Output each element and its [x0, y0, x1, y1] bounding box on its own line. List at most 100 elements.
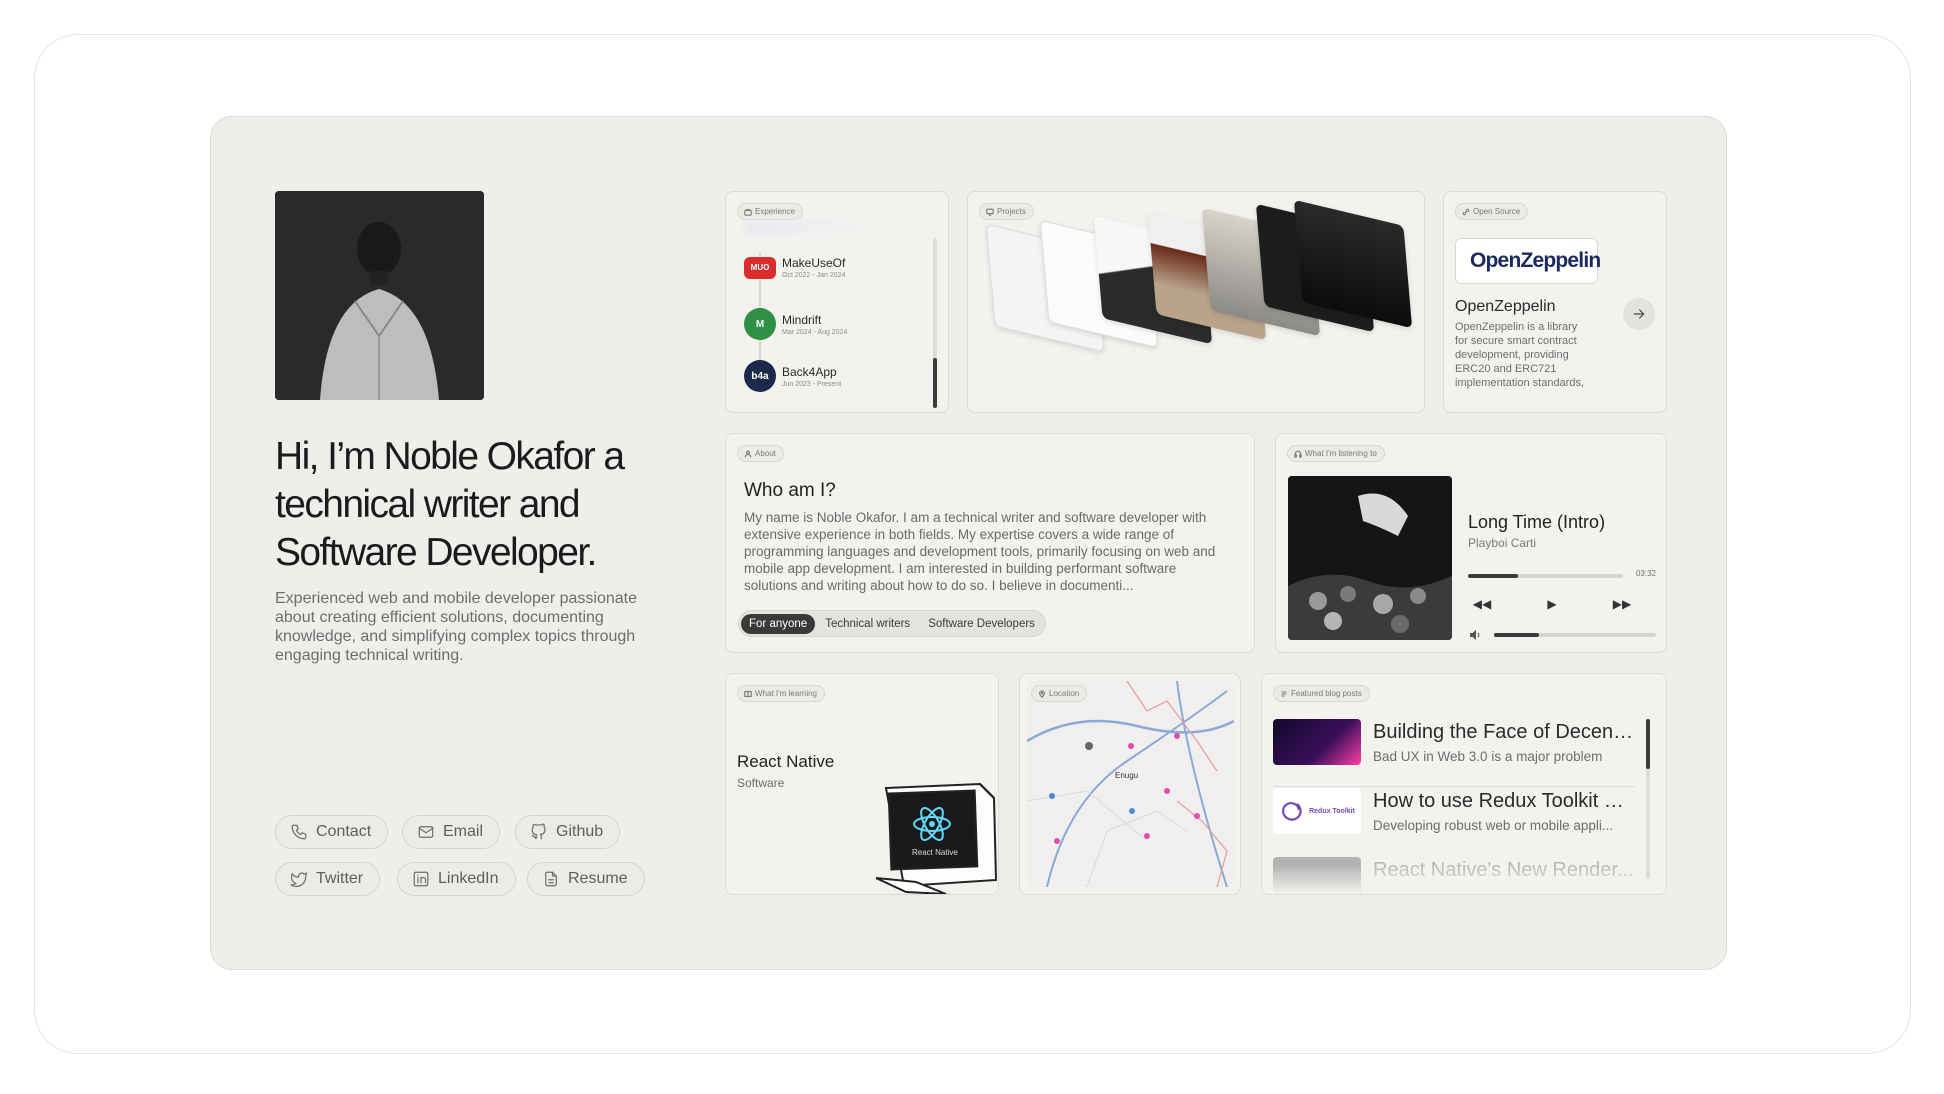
location-chip: Location — [1031, 685, 1088, 702]
back4app-logo: b4a — [744, 360, 776, 392]
linkedin-button[interactable]: LinkedIn — [397, 862, 516, 896]
about-card: About Who am I? My name is Noble Okafor.… — [725, 433, 1255, 653]
linkedin-icon — [413, 871, 429, 887]
experience-dates: Jun 2023 - Present — [782, 380, 842, 388]
blog-scrollbar[interactable] — [1646, 719, 1650, 879]
track-progress-fill — [1468, 574, 1518, 578]
volume-slider[interactable] — [1494, 633, 1656, 637]
learning-subtitle: Software — [737, 776, 785, 790]
monitor-icon — [986, 208, 994, 216]
rewind-icon: ◀◀ — [1472, 597, 1492, 611]
blog-post-subtitle: Developing robust web or mobile appli... — [1373, 818, 1614, 833]
open-source-card[interactable]: Open Source OpenZeppelin OpenZeppelin Op… — [1443, 191, 1667, 413]
blog-post[interactable]: Redux Toolkit How to use Redux Toolkit w… — [1273, 788, 1635, 850]
redux-logo-icon — [1282, 802, 1302, 821]
open-source-chip: Open Source — [1455, 203, 1529, 220]
projects-chip-label: Projects — [997, 207, 1026, 216]
location-map[interactable]: Enugu — [1027, 681, 1234, 887]
scrollbar-thumb[interactable] — [1646, 719, 1650, 769]
blog-post[interactable]: Building the Face of Decent... Bad UX in… — [1273, 719, 1635, 781]
location-card[interactable]: Enugu Location — [1019, 673, 1241, 895]
audience-tabs: For anyone Technical writers Software De… — [738, 610, 1046, 637]
scrollbar-thumb[interactable] — [933, 358, 937, 408]
fast-forward-icon: ▶▶ — [1612, 597, 1632, 611]
makeuseof-logo: MUO — [744, 256, 776, 279]
experience-company: MakeUseOf — [782, 256, 846, 270]
email-label: Email — [443, 823, 484, 840]
blog-card: Featured blog posts Building the Face of… — [1261, 673, 1667, 895]
about-title: Who am I? — [744, 480, 836, 501]
tab-software-developers[interactable]: Software Developers — [920, 614, 1043, 634]
phone-icon — [291, 824, 307, 840]
link-icon — [1462, 208, 1470, 215]
divider — [1273, 786, 1635, 787]
about-chip: About — [737, 445, 784, 462]
album-cover — [1288, 476, 1452, 640]
experience-scrollbar[interactable] — [933, 238, 937, 408]
avatar — [275, 191, 484, 400]
experience-dates: Mar 2024 - Aug 2024 — [782, 328, 848, 336]
openzeppelin-logo-text: OpenZeppelin — [1470, 249, 1601, 272]
experience-item[interactable]: b4a Back4App Jun 2023 - Present — [744, 360, 841, 392]
arrow-right-icon — [1633, 309, 1645, 319]
openzeppelin-logo: OpenZeppelin — [1455, 238, 1601, 284]
learning-chip: What I'm learning — [737, 685, 825, 702]
learning-title: React Native — [737, 752, 835, 771]
track-progress-bar[interactable] — [1468, 574, 1623, 578]
screen-label: React Native — [912, 848, 958, 857]
map-city-label: Enugu — [1115, 771, 1139, 780]
location-chip-label: Location — [1049, 689, 1080, 698]
experience-card[interactable]: Experience MUO MakeUseOf Oct 2022 - Jan … — [725, 191, 949, 413]
book-icon — [744, 690, 752, 697]
email-button[interactable]: Email — [402, 815, 501, 849]
twitter-icon — [290, 872, 308, 888]
github-label: Github — [556, 823, 604, 840]
faded-experience-item — [744, 220, 874, 234]
track-artist: Playboi Carti — [1468, 536, 1537, 550]
volume-icon — [1470, 630, 1480, 640]
twitter-button[interactable]: Twitter — [275, 862, 381, 896]
blog-thumbnail: Redux Toolkit — [1273, 788, 1361, 834]
fast-forward-button[interactable]: ▶▶ — [1612, 594, 1632, 614]
blog-post-title: Building the Face of Decent... — [1373, 721, 1635, 743]
user-icon — [744, 450, 752, 457]
track-duration: 03:32 — [1635, 569, 1656, 578]
contact-button[interactable]: Contact — [275, 815, 389, 849]
open-source-chip-label: Open Source — [1473, 207, 1521, 216]
projects-chip: Projects — [979, 203, 1034, 220]
resume-button[interactable]: Resume — [527, 862, 645, 896]
projects-card[interactable]: Projects — [967, 191, 1425, 413]
open-source-title: OpenZeppelin — [1455, 298, 1556, 315]
experience-company: Back4App — [782, 364, 837, 379]
open-source-link-button[interactable] — [1623, 298, 1655, 330]
page-title: Hi, I’m Noble Okafor a technical writer … — [275, 435, 625, 574]
blog-post-subtitle: Bad UX in Web 3.0 is a major problem — [1373, 749, 1603, 764]
portfolio-board: Hi, I’m Noble Okafor a technical writer … — [210, 116, 1727, 970]
blog-post-title: How to use Redux Toolkit wi... — [1373, 790, 1635, 812]
briefcase-icon — [744, 208, 752, 216]
music-card: What I'm listening to Long Time (Intro) … — [1275, 433, 1667, 653]
experience-company: Mindrift — [782, 312, 822, 327]
mindrift-logo: M — [744, 308, 776, 340]
rewind-button[interactable]: ◀◀ — [1472, 594, 1492, 614]
twitter-label: Twitter — [316, 870, 364, 887]
experience-item[interactable]: MUO MakeUseOf Oct 2022 - Jan 2024 — [744, 256, 845, 279]
pin-icon — [1039, 689, 1045, 698]
play-button[interactable]: ▶ — [1542, 594, 1562, 614]
learning-card: What I'm learning React Native Software … — [725, 673, 999, 895]
resume-label: Resume — [568, 870, 628, 887]
linkedin-label: LinkedIn — [438, 870, 499, 887]
redux-label: Redux Toolkit — [1309, 807, 1355, 815]
open-source-description: OpenZeppelin is a library for secure sma… — [1455, 321, 1585, 389]
experience-item[interactable]: M Mindrift Mar 2024 - Aug 2024 — [744, 308, 847, 340]
play-icon: ▶ — [1547, 597, 1557, 611]
about-chip-label: About — [755, 449, 776, 458]
blog-chip: Featured blog posts — [1273, 685, 1370, 702]
headphones-icon — [1294, 450, 1302, 458]
blog-thumbnail — [1273, 719, 1361, 765]
music-chip: What I'm listening to — [1287, 445, 1385, 462]
tab-technical-writers[interactable]: Technical writers — [817, 614, 918, 634]
github-icon — [531, 823, 546, 840]
github-button[interactable]: Github — [515, 815, 621, 849]
tab-for-anyone[interactable]: For anyone — [741, 613, 816, 634]
